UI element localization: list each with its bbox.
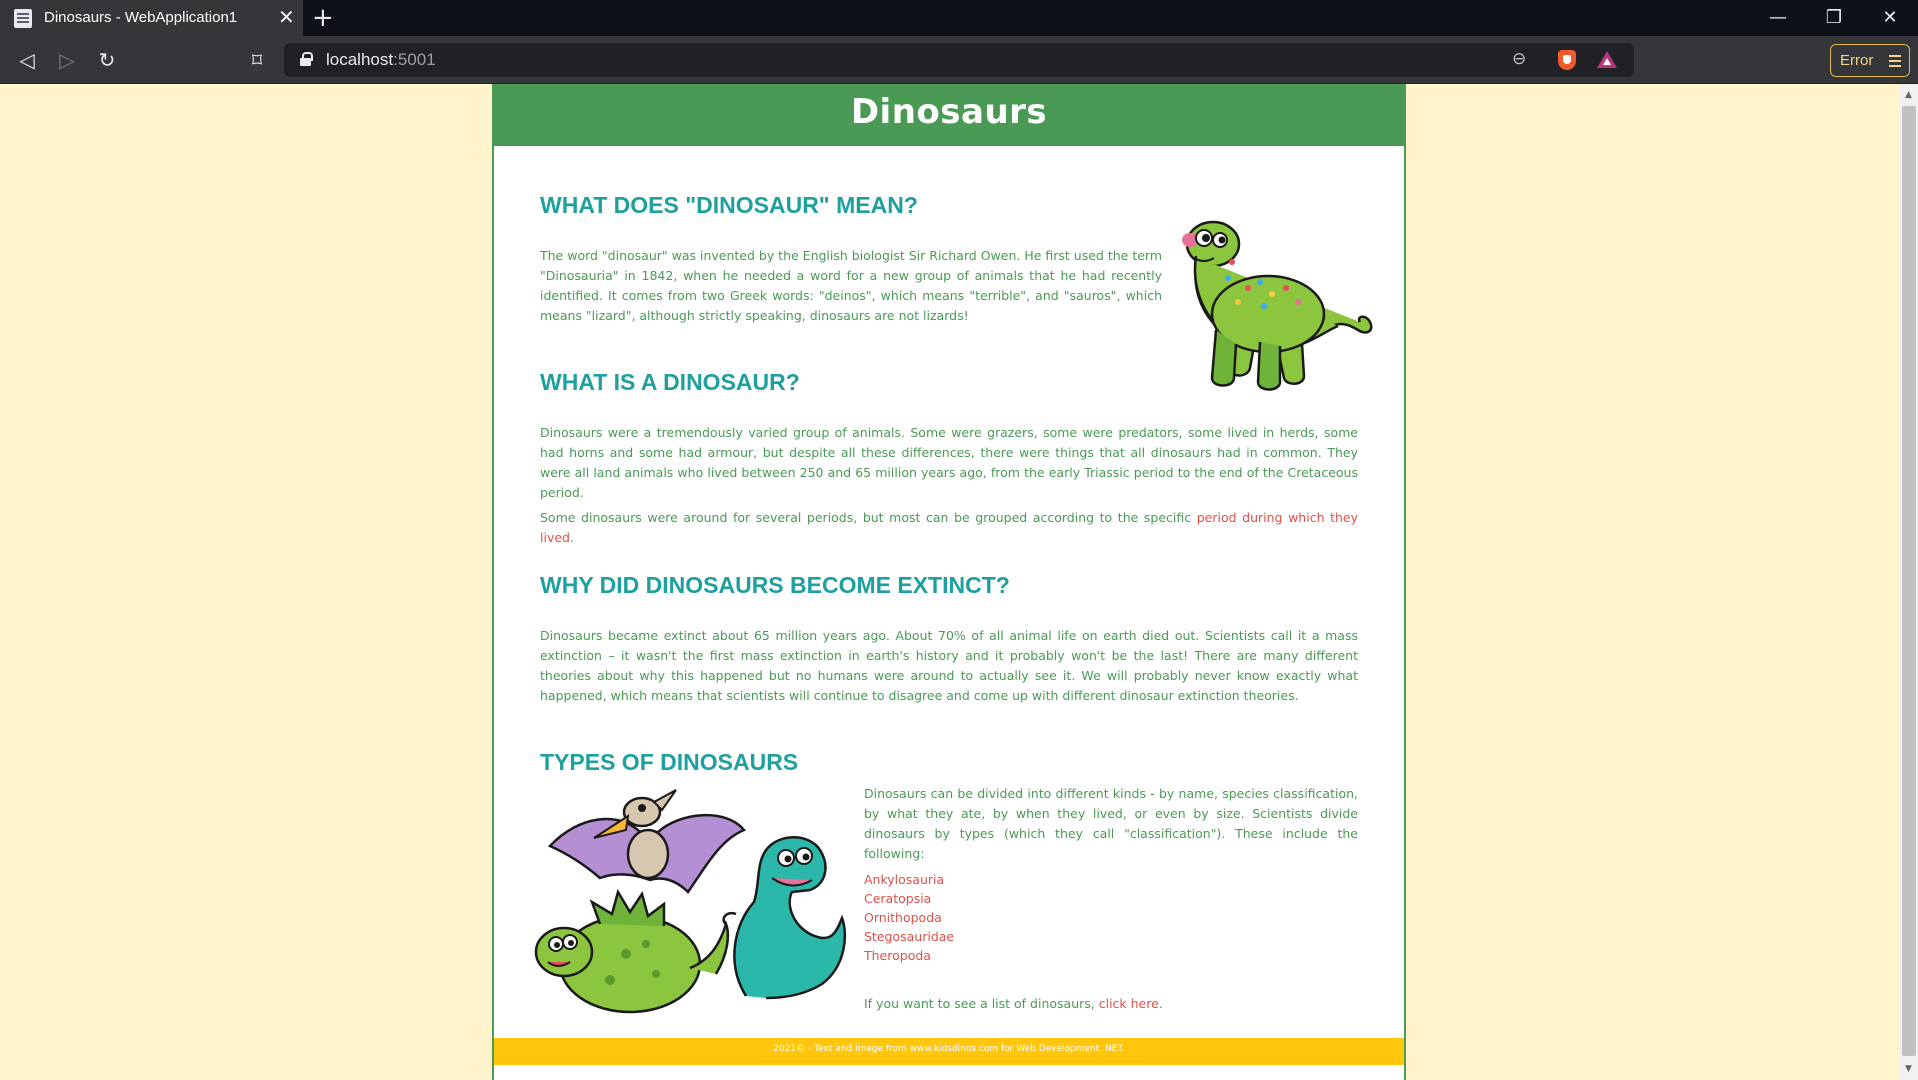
section-paragraph-types: Dinosaurs can be divided into different … <box>864 786 1358 861</box>
type-link-theropoda[interactable]: Theropoda <box>864 948 931 963</box>
error-button[interactable]: Error <box>1830 44 1910 77</box>
page-viewport: Dinosaurs WHAT DOES "DINOSAUR" MEAN? The… <box>0 84 1900 1080</box>
list-item[interactable]: Ceratopsia <box>864 889 954 908</box>
type-link-stegosauridae[interactable]: Stegosauridae <box>864 929 954 944</box>
zoom-out-icon[interactable]: ⊖ <box>1512 49 1526 69</box>
vertical-scrollbar[interactable]: ▲ ▼ <box>1900 84 1918 1080</box>
section-paragraph-meaning: The word "dinosaur" was invented by the … <box>540 248 1163 323</box>
section-heading-extinct: WHY DID DINOSAURS BECOME EXTINCT? <box>540 572 1010 598</box>
error-label: Error <box>1840 52 1874 69</box>
forward-arrow-icon[interactable]: ▷ <box>54 47 80 73</box>
scroll-down-icon[interactable]: ▼ <box>1905 1064 1912 1074</box>
restore-icon[interactable]: ❐ <box>1814 6 1854 30</box>
tab-close-icon[interactable]: ✕ <box>278 6 295 28</box>
section-heading-types: TYPES OF DINOSAURS <box>540 749 799 775</box>
list-item[interactable]: Ornithopoda <box>864 908 954 927</box>
section-paragraph-what-is: Dinosaurs were a tremendously varied gro… <box>540 425 1358 500</box>
list-item[interactable]: Ankylosauria <box>864 870 954 889</box>
address-bar[interactable]: localhost:5001 ⊖ <box>284 43 1634 77</box>
section-paragraph-periods: Some dinosaurs were around for several p… <box>540 510 1358 545</box>
minimize-icon[interactable]: — <box>1758 6 1798 30</box>
scrollbar-thumb[interactable] <box>1902 106 1916 1056</box>
window-close-icon[interactable]: ✕ <box>1870 6 1910 30</box>
new-tab-icon[interactable]: + <box>312 3 334 33</box>
dinosaur-list-paragraph: If you want to see a list of dinosaurs, … <box>864 996 1163 1011</box>
section-heading-what-is: WHAT IS A DINOSAUR? <box>540 369 800 395</box>
scroll-up-icon[interactable]: ▲ <box>1905 90 1912 100</box>
brave-rewards-icon[interactable] <box>1597 51 1617 68</box>
type-link-ornithopoda[interactable]: Ornithopoda <box>864 910 942 925</box>
footer-text: 2021© - Text and image from www.kidsdino… <box>773 1044 1125 1054</box>
bookmark-icon[interactable]: ⌑ <box>244 47 270 73</box>
type-link-ankylosauria[interactable]: Ankylosauria <box>864 872 944 887</box>
browser-tab[interactable]: Dinosaurs - WebApplication1 ✕ <box>0 0 303 36</box>
lock-icon[interactable] <box>300 52 313 66</box>
browser-tab-strip: Dinosaurs - WebApplication1 ✕ + — ❐ ✕ <box>0 0 1918 36</box>
page-title: Dinosaurs <box>850 92 1048 132</box>
url-text[interactable]: localhost:5001 <box>326 50 436 70</box>
tab-title: Dinosaurs - WebApplication1 <box>44 9 238 26</box>
section-paragraph-extinct: Dinosaurs became extinct about 65 millio… <box>540 628 1358 703</box>
dinosaur-group-image <box>534 789 847 1014</box>
type-link-ceratopsia[interactable]: Ceratopsia <box>864 891 931 906</box>
browser-toolbar: ◁ ▷ ↻ ⌑ localhost:5001 ⊖ Error <box>0 36 1918 84</box>
list-item[interactable]: Theropoda <box>864 946 954 965</box>
click-here-link[interactable]: click here <box>1099 996 1159 1011</box>
hamburger-menu-icon <box>1889 55 1901 57</box>
reload-icon[interactable]: ↻ <box>94 47 120 73</box>
page-icon <box>14 9 32 28</box>
section-heading-meaning: WHAT DOES "DINOSAUR" MEAN? <box>540 192 918 218</box>
content-container: Dinosaurs WHAT DOES "DINOSAUR" MEAN? The… <box>492 84 1406 1080</box>
dinosaur-types-list: Ankylosauria Ceratopsia Ornithopoda Steg… <box>864 870 954 965</box>
back-arrow-icon[interactable]: ◁ <box>14 47 40 73</box>
site-header: Dinosaurs <box>494 84 1404 146</box>
site-footer: 2021© - Text and image from www.kidsdino… <box>494 1038 1404 1065</box>
green-dinosaur-image <box>1182 220 1373 391</box>
list-item[interactable]: Stegosauridae <box>864 927 954 946</box>
brave-shield-icon[interactable] <box>1558 50 1576 70</box>
